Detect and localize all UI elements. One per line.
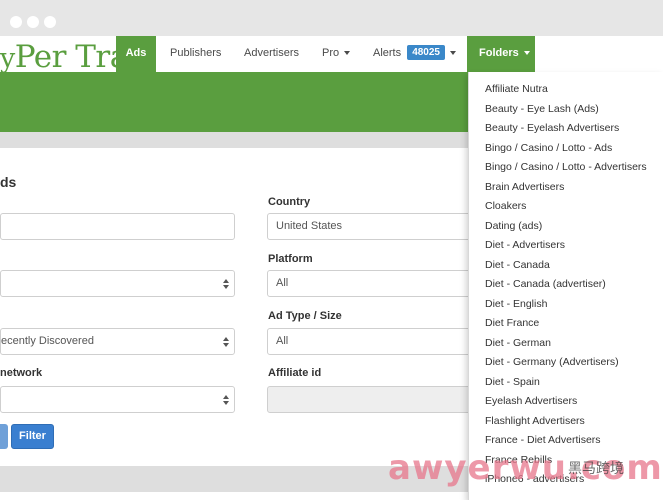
folder-menu-item[interactable]: Diet - German: [469, 334, 663, 354]
folders-dropdown-menu: Affiliate Nutra Beauty - Eye Lash (Ads) Be…: [468, 72, 663, 500]
affiliate-id-input[interactable]: [267, 386, 472, 413]
network-label: network: [0, 367, 43, 379]
ad-type-label: Ad Type / Size: [268, 310, 342, 322]
select-arrows-icon: [223, 337, 229, 347]
affiliate-id-label: Affiliate id: [268, 367, 322, 379]
brand-lead: y: [0, 43, 15, 74]
folder-menu-item[interactable]: Beauty - Eye Lash (Ads): [469, 100, 663, 120]
filter-select-1[interactable]: [0, 270, 235, 297]
folder-menu-item[interactable]: Diet - Canada (advertiser): [469, 275, 663, 295]
select-arrows-icon: [223, 279, 229, 289]
top-navbar: yPer Trail Ads Publishers Advertisers Pr…: [0, 36, 663, 75]
folder-menu-item[interactable]: Diet France: [469, 314, 663, 334]
alerts-count-badge: 48025: [407, 45, 445, 60]
select-arrows-icon: [223, 395, 229, 405]
folder-menu-item[interactable]: Diet - Canada: [469, 256, 663, 276]
close-window-icon[interactable]: [10, 16, 22, 28]
nav-tab-alerts[interactable]: Alerts 48025: [373, 36, 456, 72]
nav-tab-label: Pro: [322, 47, 340, 59]
folder-menu-item[interactable]: Diet - Spain: [469, 373, 663, 393]
minimize-window-icon[interactable]: [27, 16, 39, 28]
platform-select[interactable]: All: [267, 270, 472, 297]
watermark: awyerwu.com 黑马跨境: [388, 448, 663, 492]
platform-value: All: [276, 277, 289, 289]
folder-menu-item[interactable]: Brain Advertisers: [469, 178, 663, 198]
sort-select[interactable]: ecently Discovered: [0, 328, 235, 355]
nav-tab-advertisers[interactable]: Advertisers: [244, 36, 299, 72]
chevron-down-icon: [523, 51, 530, 56]
network-select[interactable]: [0, 386, 235, 413]
folder-menu-item[interactable]: Diet - English: [469, 295, 663, 315]
folders-label: Folders: [479, 47, 519, 59]
select-value: ecently Discovered: [1, 335, 94, 347]
nav-tab-publishers[interactable]: Publishers: [170, 36, 221, 72]
page-title: ds: [0, 174, 17, 190]
nav-tab-folders[interactable]: Folders: [467, 36, 535, 72]
maximize-window-icon[interactable]: [44, 16, 56, 28]
ad-type-value: All: [276, 335, 289, 347]
search-input[interactable]: [0, 213, 235, 240]
nav-tab-pro[interactable]: Pro: [322, 36, 351, 72]
reset-button[interactable]: [0, 424, 8, 449]
nav-tab-label: Ads: [125, 47, 147, 59]
folder-menu-item[interactable]: Dating (ads): [469, 217, 663, 237]
filter-button[interactable]: Filter: [11, 424, 54, 449]
nav-tab-ads[interactable]: Ads: [116, 36, 156, 72]
watermark-cn-text: 黑马跨境: [568, 461, 624, 477]
platform-label: Platform: [268, 253, 313, 265]
country-value: United States: [276, 220, 343, 232]
folder-menu-item[interactable]: Flashlight Advertisers: [469, 412, 663, 432]
chevron-down-icon: [344, 51, 351, 56]
folder-menu-item[interactable]: Diet - Advertisers: [469, 236, 663, 256]
country-label: Country: [268, 196, 311, 208]
folder-menu-item[interactable]: Bingo / Casino / Lotto - Ads: [469, 139, 663, 159]
folder-menu-item[interactable]: Cloakers: [469, 197, 663, 217]
ad-type-select[interactable]: All: [267, 328, 472, 355]
folder-menu-item[interactable]: Eyelash Advertisers: [469, 392, 663, 412]
folder-menu-item[interactable]: Bingo / Casino / Lotto - Advertisers: [469, 158, 663, 178]
folder-menu-item[interactable]: Affiliate Nutra: [469, 80, 663, 100]
chevron-down-icon: [450, 51, 456, 56]
nav-tab-label: Publishers: [170, 47, 222, 59]
nav-tab-label: Advertisers: [244, 47, 300, 59]
folder-menu-item[interactable]: Beauty - Eyelash Advertisers: [469, 119, 663, 139]
folders-list: Affiliate Nutra Beauty - Eye Lash (Ads) Be…: [469, 72, 663, 490]
country-input[interactable]: United States: [267, 213, 472, 240]
nav-tab-label: Alerts: [373, 47, 402, 59]
folder-menu-item[interactable]: Diet - Germany (Advertisers): [469, 353, 663, 373]
